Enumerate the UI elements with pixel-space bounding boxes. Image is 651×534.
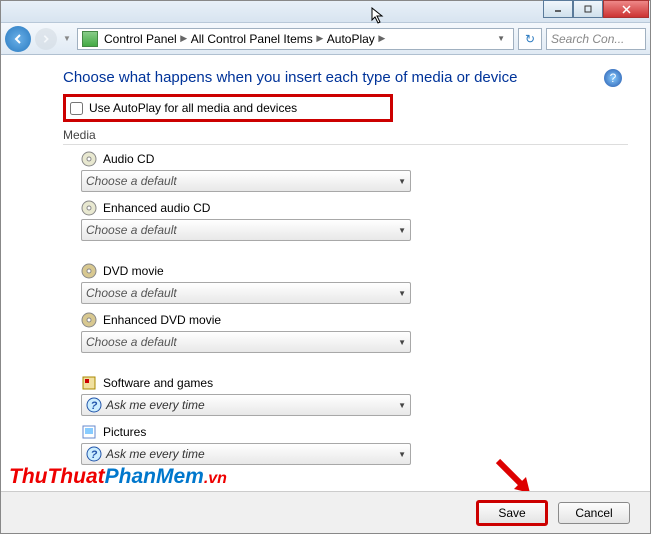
media-item: Software and games ?Ask me every time▼ bbox=[81, 375, 628, 416]
media-action-dropdown[interactable]: Choose a default▼ bbox=[81, 219, 411, 241]
breadcrumb-item[interactable]: AutoPlay bbox=[325, 32, 377, 46]
media-type-icon bbox=[81, 200, 97, 216]
breadcrumb-item[interactable]: All Control Panel Items bbox=[189, 32, 315, 46]
close-button[interactable] bbox=[603, 0, 649, 18]
media-type-icon bbox=[81, 424, 97, 440]
save-button[interactable]: Save bbox=[476, 500, 548, 526]
media-item-label: Software and games bbox=[81, 375, 628, 391]
media-action-dropdown[interactable]: Choose a default▼ bbox=[81, 170, 411, 192]
media-item: Enhanced DVD movie Choose a default▼ bbox=[81, 312, 628, 353]
media-item-label: Pictures bbox=[81, 424, 628, 440]
content-area: ? Choose what happens when you insert ea… bbox=[1, 55, 650, 465]
chevron-down-icon: ▼ bbox=[398, 450, 406, 459]
title-bar bbox=[1, 1, 650, 23]
media-type-icon bbox=[81, 312, 97, 328]
chevron-down-icon: ▼ bbox=[398, 226, 406, 235]
media-action-dropdown[interactable]: Choose a default▼ bbox=[81, 331, 411, 353]
media-item-label: Enhanced DVD movie bbox=[81, 312, 628, 328]
autoplay-all-label: Use AutoPlay for all media and devices bbox=[89, 101, 297, 115]
media-item: Audio CD Choose a default▼ bbox=[81, 151, 628, 192]
watermark: ThuThuatPhanMem.vn bbox=[9, 465, 227, 489]
media-type-icon bbox=[81, 151, 97, 167]
address-bar[interactable]: Control Panel ▶ All Control Panel Items … bbox=[77, 28, 514, 50]
chevron-right-icon[interactable]: ▶ bbox=[377, 33, 387, 44]
cancel-button[interactable]: Cancel bbox=[558, 502, 630, 524]
refresh-button[interactable]: ↻ bbox=[518, 28, 542, 50]
nav-history-dropdown[interactable]: ▼ bbox=[61, 28, 73, 50]
chevron-right-icon[interactable]: ▶ bbox=[315, 33, 325, 44]
media-item: DVD movie Choose a default▼ bbox=[81, 263, 628, 304]
forward-button bbox=[35, 28, 57, 50]
breadcrumb-item[interactable]: Control Panel bbox=[102, 32, 179, 46]
autoplay-all-checkbox-row: Use AutoPlay for all media and devices bbox=[63, 94, 393, 122]
autoplay-all-checkbox[interactable] bbox=[70, 102, 83, 115]
media-action-dropdown[interactable]: Choose a default▼ bbox=[81, 282, 411, 304]
chevron-down-icon: ▼ bbox=[398, 338, 406, 347]
back-button[interactable] bbox=[5, 26, 31, 52]
address-dropdown-icon[interactable]: ▼ bbox=[493, 34, 509, 43]
help-icon[interactable]: ? bbox=[604, 69, 622, 87]
cursor-icon bbox=[371, 7, 385, 25]
chevron-down-icon: ▼ bbox=[398, 401, 406, 410]
media-type-icon bbox=[81, 263, 97, 279]
media-item: Pictures ?Ask me every time▼ bbox=[81, 424, 628, 465]
bottom-bar: Save Cancel bbox=[1, 491, 650, 533]
chevron-down-icon: ▼ bbox=[398, 289, 406, 298]
media-section-header: Media bbox=[63, 124, 628, 145]
svg-text:?: ? bbox=[91, 449, 98, 461]
autoplay-icon bbox=[82, 31, 98, 47]
media-type-icon bbox=[81, 375, 97, 391]
question-icon: ? bbox=[86, 446, 102, 462]
media-item-label: Audio CD bbox=[81, 151, 628, 167]
media-action-dropdown[interactable]: ?Ask me every time▼ bbox=[81, 443, 411, 465]
nav-bar: ▼ Control Panel ▶ All Control Panel Item… bbox=[1, 23, 650, 55]
question-icon: ? bbox=[86, 397, 102, 413]
page-heading: Choose what happens when you insert each… bbox=[63, 69, 628, 86]
media-item: Enhanced audio CD Choose a default▼ bbox=[81, 200, 628, 241]
maximize-button[interactable] bbox=[573, 0, 603, 18]
media-item-label: Enhanced audio CD bbox=[81, 200, 628, 216]
chevron-down-icon: ▼ bbox=[398, 177, 406, 186]
media-action-dropdown[interactable]: ?Ask me every time▼ bbox=[81, 394, 411, 416]
search-input[interactable]: Search Con... bbox=[546, 28, 646, 50]
chevron-right-icon[interactable]: ▶ bbox=[179, 33, 189, 44]
minimize-button[interactable] bbox=[543, 0, 573, 18]
media-item-label: DVD movie bbox=[81, 263, 628, 279]
svg-text:?: ? bbox=[91, 400, 98, 412]
